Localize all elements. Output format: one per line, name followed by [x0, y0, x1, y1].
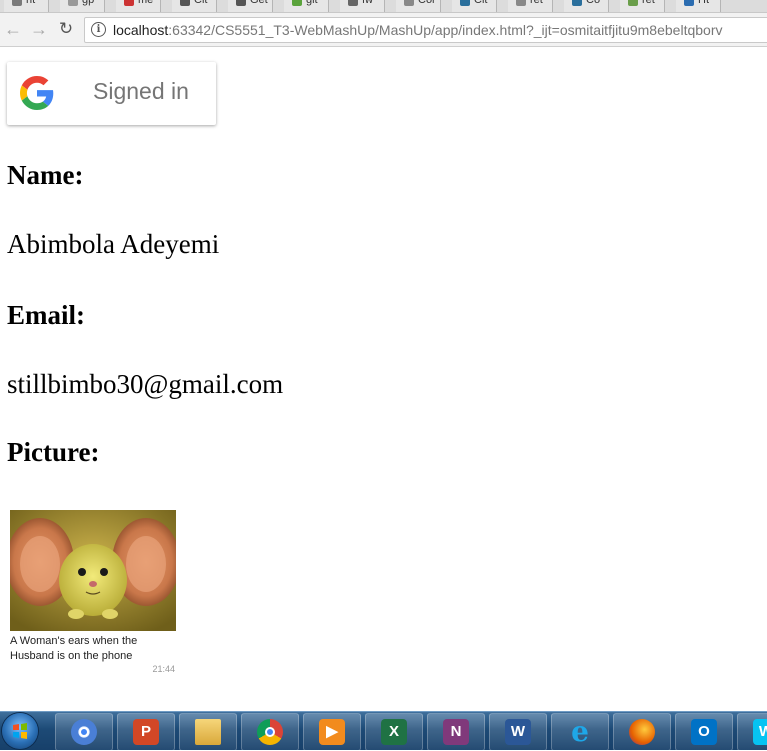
tab-favicon-icon — [292, 0, 302, 6]
address-bar[interactable]: i localhost:63342/CS5551_T3-WebMashUp/Ma… — [84, 17, 767, 43]
signin-status-label: Signed in — [93, 78, 189, 104]
name-value: Abimbola Adeyemi — [7, 229, 220, 259]
tab-title: Get — [250, 0, 268, 6]
onenote-icon: N — [443, 719, 469, 745]
browser-tab[interactable]: Cor — [396, 0, 441, 12]
tab-title: ht — [26, 0, 36, 6]
tab-favicon-icon — [572, 0, 582, 6]
browser-tab[interactable]: ht — [4, 0, 49, 12]
chrome-center-icon — [265, 727, 275, 737]
browser-toolbar: ← → ↻ i localhost:63342/CS5551_T3-WebMas… — [0, 13, 767, 47]
picture-timestamp: 21:44 — [152, 664, 175, 674]
taskbar-outlook-button[interactable]: O — [675, 713, 733, 751]
google-signin-button[interactable]: Signed in — [7, 62, 216, 125]
windows-taskbar: P ▶ X N We O W — [0, 711, 767, 751]
name-heading: Name: — [7, 160, 84, 190]
tab-favicon-icon — [12, 0, 22, 6]
taskbar-powerpoint-button[interactable]: P — [117, 713, 175, 751]
taskbar-file-explorer-button[interactable] — [179, 713, 237, 751]
picture-heading: Picture: — [7, 437, 100, 467]
chromium-icon — [71, 719, 97, 745]
taskbar-chromium-button[interactable] — [55, 713, 113, 751]
tab-favicon-icon — [684, 0, 694, 6]
browser-tab[interactable]: Get — [228, 0, 273, 12]
firefox-icon — [629, 719, 655, 745]
tab-favicon-icon — [404, 0, 414, 6]
tab-favicon-icon — [516, 0, 526, 6]
taskbar-chrome-button[interactable] — [241, 713, 299, 751]
tab-title: Cit — [474, 0, 488, 6]
email-heading: Email: — [7, 300, 85, 330]
tab-favicon-icon — [68, 0, 78, 6]
taskbar-webstorm-button[interactable]: W — [737, 713, 767, 751]
url-path: :63342/CS5551_T3-WebMashUp/MashUp/app/in… — [168, 22, 723, 38]
url-host: localhost — [113, 22, 169, 38]
taskbar-internet-explorer-button[interactable]: e — [551, 713, 609, 751]
browser-tab[interactable]: Cit — [172, 0, 217, 12]
outlook-icon: O — [691, 719, 717, 745]
browser-tab[interactable]: gp — [60, 0, 105, 12]
profile-picture: A Woman's ears when the Husband is on th… — [7, 507, 179, 677]
tab-title: me — [138, 0, 154, 6]
tab-favicon-icon — [348, 0, 358, 6]
browser-tab[interactable]: Cit — [452, 0, 497, 12]
reload-icon[interactable]: ↻ — [56, 19, 76, 39]
chrome-center-icon — [79, 727, 89, 737]
internet-explorer-icon: e — [571, 715, 589, 748]
taskbar-firefox-button[interactable] — [613, 713, 671, 751]
browser-tab[interactable]: Ht — [676, 0, 721, 12]
back-arrow-icon[interactable]: ← — [3, 19, 23, 39]
browser-tab[interactable]: ret — [620, 0, 665, 12]
taskbar-word-button[interactable]: W — [489, 713, 547, 751]
tab-title: Co — [586, 0, 601, 6]
browser-tab-strip: ht gp me Cit Get git fw Cor Cit ret Co ret Ht — [0, 0, 767, 13]
url-text[interactable]: localhost:63342/CS5551_T3-WebMashUp/Mash… — [113, 22, 722, 38]
file-explorer-icon — [195, 719, 221, 745]
powerpoint-icon: P — [133, 719, 159, 745]
tab-favicon-icon — [628, 0, 638, 6]
excel-icon: X — [381, 719, 407, 745]
tab-title: Ht — [698, 0, 709, 6]
picture-caption: A Woman's ears when the Husband is on th… — [10, 635, 138, 662]
tab-title: ret — [642, 0, 655, 6]
taskbar-media-player-button[interactable]: ▶ — [303, 713, 361, 751]
info-icon[interactable]: i — [91, 22, 106, 37]
start-button[interactable] — [2, 713, 38, 749]
email-value: stillbimbo30@gmail.com — [7, 369, 284, 399]
forward-arrow-icon[interactable]: → — [29, 19, 49, 39]
tab-title: Cit — [194, 0, 208, 6]
word-icon: W — [505, 719, 531, 745]
profile-photo — [10, 510, 176, 631]
webstorm-icon: W — [753, 719, 767, 745]
taskbar-onenote-button[interactable]: N — [427, 713, 485, 751]
browser-tab[interactable]: Co — [564, 0, 609, 12]
tab-favicon-icon — [124, 0, 134, 6]
browser-tab[interactable]: fw — [340, 0, 385, 12]
tab-title: ret — [530, 0, 543, 6]
tab-title: fw — [362, 0, 373, 6]
media-player-icon: ▶ — [319, 719, 345, 745]
google-g-icon — [20, 76, 54, 110]
browser-tab[interactable]: me — [116, 0, 161, 12]
tab-title: gp — [82, 0, 95, 6]
browser-tab[interactable]: ret — [508, 0, 553, 12]
windows-flag-icon — [13, 723, 27, 739]
taskbar-excel-button[interactable]: X — [365, 713, 423, 751]
chrome-icon — [257, 719, 283, 745]
browser-tab[interactable]: git — [284, 0, 329, 12]
tab-favicon-icon — [236, 0, 246, 6]
tab-title: git — [306, 0, 318, 6]
tab-title: Cor — [418, 0, 436, 6]
tab-favicon-icon — [180, 0, 190, 6]
tab-favicon-icon — [460, 0, 470, 6]
